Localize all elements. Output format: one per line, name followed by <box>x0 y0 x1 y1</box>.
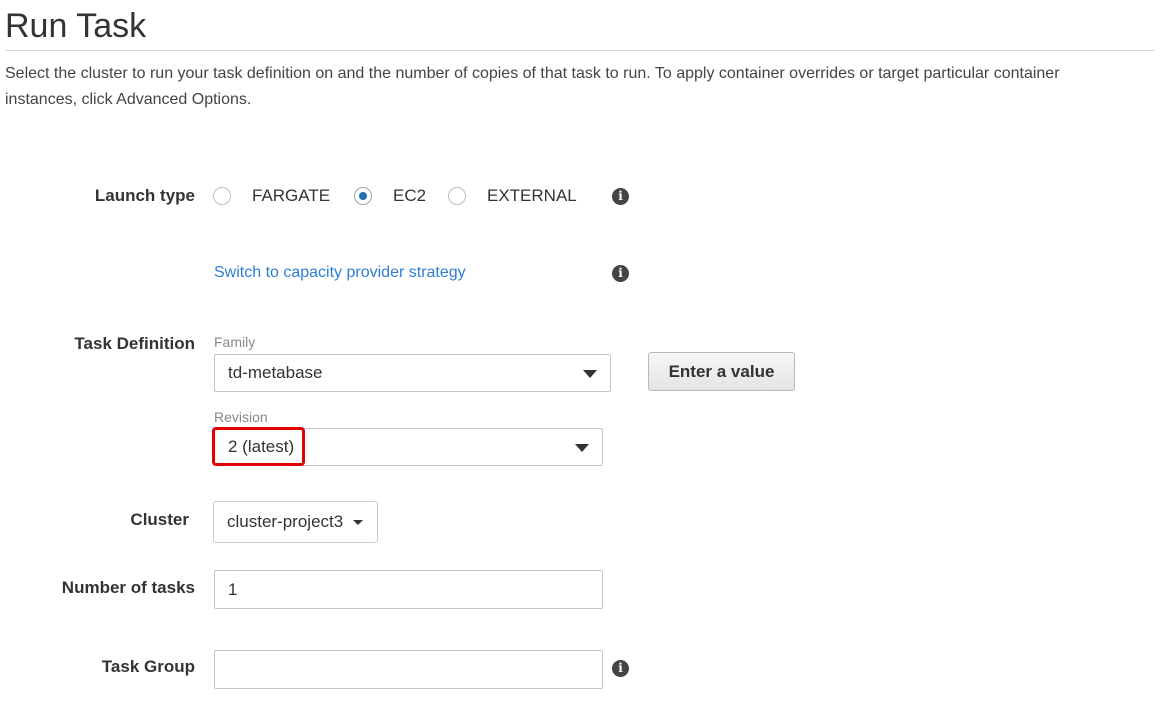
cluster-label: Cluster <box>130 510 189 529</box>
switch-capacity-provider-link[interactable]: Switch to capacity provider strategy <box>214 264 466 282</box>
task-definition-label: Task Definition <box>74 334 195 353</box>
family-label: Family <box>214 334 256 350</box>
family-select[interactable]: td-metabase <box>214 354 611 392</box>
launch-type-label: Launch type <box>94 186 195 205</box>
page-description: Select the cluster to run your task defi… <box>5 65 1060 108</box>
enter-a-value-button[interactable]: Enter a value <box>648 352 795 391</box>
cluster-dropdown[interactable]: cluster-project3 <box>213 501 378 543</box>
radio-external-circle[interactable] <box>448 187 466 205</box>
revision-label: Revision <box>214 409 268 425</box>
radio-external[interactable]: EXTERNAL <box>448 184 577 208</box>
radio-fargate[interactable]: FARGATE <box>213 184 330 208</box>
page-title: Run Task <box>5 7 147 45</box>
chevron-down-icon <box>583 370 597 378</box>
radio-ec2-label: EC2 <box>393 186 427 205</box>
capacity-provider-info-icon[interactable]: i <box>612 265 629 282</box>
number-of-tasks-label: Number of tasks <box>61 578 195 597</box>
radio-fargate-circle[interactable] <box>213 187 231 205</box>
task-group-label: Task Group <box>101 657 195 676</box>
radio-ec2-circle[interactable] <box>354 187 372 205</box>
task-group-input[interactable] <box>214 650 603 689</box>
number-of-tasks-input[interactable] <box>214 570 603 609</box>
radio-fargate-label: FARGATE <box>252 186 331 205</box>
run-task-page: Run Task Select the cluster to run your … <box>0 0 1165 706</box>
title-divider <box>5 50 1155 51</box>
cluster-dropdown-value: cluster-project3 <box>227 512 344 531</box>
radio-ec2[interactable]: EC2 <box>354 184 426 208</box>
revision-highlight-box <box>212 427 305 466</box>
launch-type-info-icon[interactable]: i <box>612 188 629 205</box>
caret-down-icon <box>353 520 363 525</box>
family-select-value: td-metabase <box>228 363 323 382</box>
chevron-down-icon <box>575 444 589 452</box>
task-group-info-icon[interactable]: i <box>612 660 629 677</box>
radio-external-label: EXTERNAL <box>487 186 577 205</box>
